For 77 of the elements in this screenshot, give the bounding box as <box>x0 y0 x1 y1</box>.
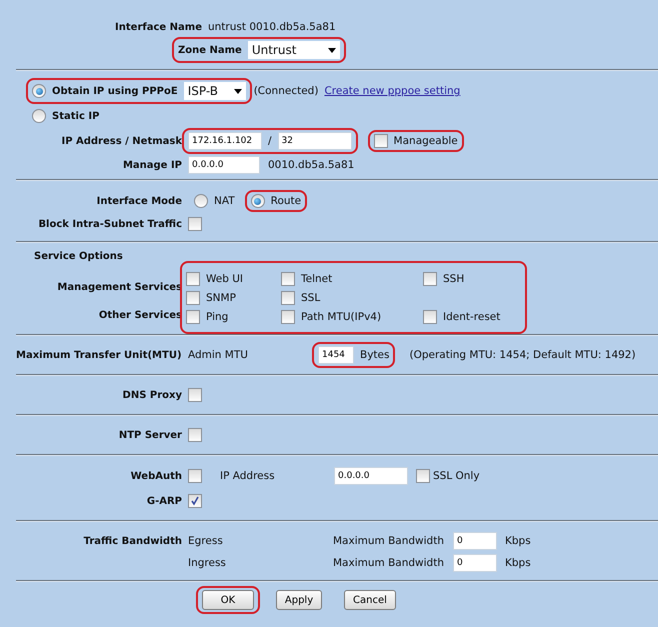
separator: / <box>268 135 272 147</box>
checkbox[interactable] <box>186 310 200 324</box>
unit-label: Kbps <box>505 535 531 547</box>
checkbox-label: SSL <box>301 292 320 304</box>
checkbox[interactable] <box>416 469 430 483</box>
radio-button[interactable] <box>32 84 46 98</box>
checkbox-label: Web UI <box>206 272 244 284</box>
field-label: Interface Name <box>115 22 202 32</box>
interface-name: untrust 0010.db5a.5a81 <box>208 21 337 33</box>
field-label: Maximum Bandwidth <box>333 535 445 547</box>
field-label: DNS Proxy <box>122 390 182 400</box>
field-label: Block Intra-Subnet Traffic <box>38 218 182 230</box>
caret-icon <box>328 48 336 52</box>
option-label: NAT <box>214 195 235 207</box>
ip-address-field[interactable]: 172.16.1.102 <box>188 132 262 150</box>
pppoe-select[interactable]: ISP-B <box>184 82 246 100</box>
radio-button[interactable] <box>250 194 265 208</box>
checkbox[interactable] <box>281 272 295 286</box>
checkbox[interactable] <box>188 428 202 442</box>
checkbox[interactable] <box>423 310 437 324</box>
manage-ip-field[interactable]: 0.0.0.0 <box>188 156 260 174</box>
checkbox[interactable] <box>188 217 202 231</box>
unit-label: Bytes <box>360 349 390 361</box>
field-sublabel: Admin MTU <box>188 349 249 361</box>
option-label: Route <box>270 195 302 207</box>
checkbox[interactable] <box>423 272 437 286</box>
checkbox[interactable] <box>281 310 295 324</box>
mtu-info: (Operating MTU: 1454; Default MTU: 1492) <box>409 349 636 361</box>
checkbox-label: Ping <box>206 310 228 322</box>
radio-button[interactable] <box>194 194 208 208</box>
checkbox-label: Manageable <box>394 135 458 147</box>
direction-label: Ingress <box>188 557 227 569</box>
option-label: Obtain IP using PPPoE <box>52 86 178 96</box>
caret-icon <box>234 88 242 94</box>
mtu-field[interactable]: 1454 <box>318 346 354 364</box>
field-label: Interface Mode <box>96 196 182 206</box>
direction-label: Egress <box>188 535 224 547</box>
field-label: Manage IP <box>122 160 182 170</box>
create-pppoe-link[interactable]: Create new pppoe setting <box>324 85 460 97</box>
option-label: Static IP <box>52 110 100 122</box>
bandwidth-field[interactable]: 0 <box>453 532 497 550</box>
checkbox-label: SSL Only <box>433 470 480 482</box>
field-label: G-ARP <box>146 496 182 506</box>
field-label: Maximum Bandwidth <box>333 557 445 569</box>
form-button[interactable]: Apply <box>276 590 322 610</box>
form-button[interactable]: Cancel <box>344 590 396 610</box>
checkbox[interactable] <box>188 469 202 483</box>
checkbox-label: SSH <box>443 272 464 284</box>
zone-select[interactable]: Untrust <box>248 41 340 59</box>
connection-status: (Connected) <box>254 85 318 97</box>
field-label: Traffic Bandwidth <box>84 536 182 546</box>
checkbox[interactable] <box>188 388 202 402</box>
field-label: WebAuth <box>130 470 182 482</box>
webauth-ip-field[interactable]: 0.0.0.0 <box>334 467 408 485</box>
field-label: Maximum Transfer Unit(MTU) <box>16 350 183 360</box>
checkbox-label: Path MTU(IPv4) <box>301 310 382 322</box>
checkbox-label: Ident-reset <box>443 310 500 322</box>
section-title: Service Options <box>34 250 123 262</box>
bandwidth-field[interactable]: 0 <box>453 554 497 572</box>
field-label: IP Address / Netmask <box>61 136 182 146</box>
checkbox[interactable] <box>374 134 388 148</box>
checkbox-label: SNMP <box>206 292 236 304</box>
form-button[interactable]: OK <box>202 590 254 610</box>
checkbox-label: Telnet <box>301 272 332 284</box>
field-label: Management Services <box>57 282 182 292</box>
checkbox[interactable] <box>281 290 295 304</box>
checkbox[interactable] <box>186 272 200 286</box>
radio-button[interactable] <box>32 109 46 123</box>
field-label: NTP Server <box>118 430 182 440</box>
field-label: Zone Name <box>178 44 242 56</box>
netmask-field[interactable]: 32 <box>278 132 352 150</box>
unit-label: Kbps <box>505 557 531 569</box>
checkbox[interactable] <box>188 494 202 508</box>
field-label: Other Services <box>98 310 182 321</box>
mac-address: 0010.db5a.5a81 <box>268 159 354 171</box>
field-label: IP Address <box>220 470 276 482</box>
checkbox[interactable] <box>186 290 200 304</box>
